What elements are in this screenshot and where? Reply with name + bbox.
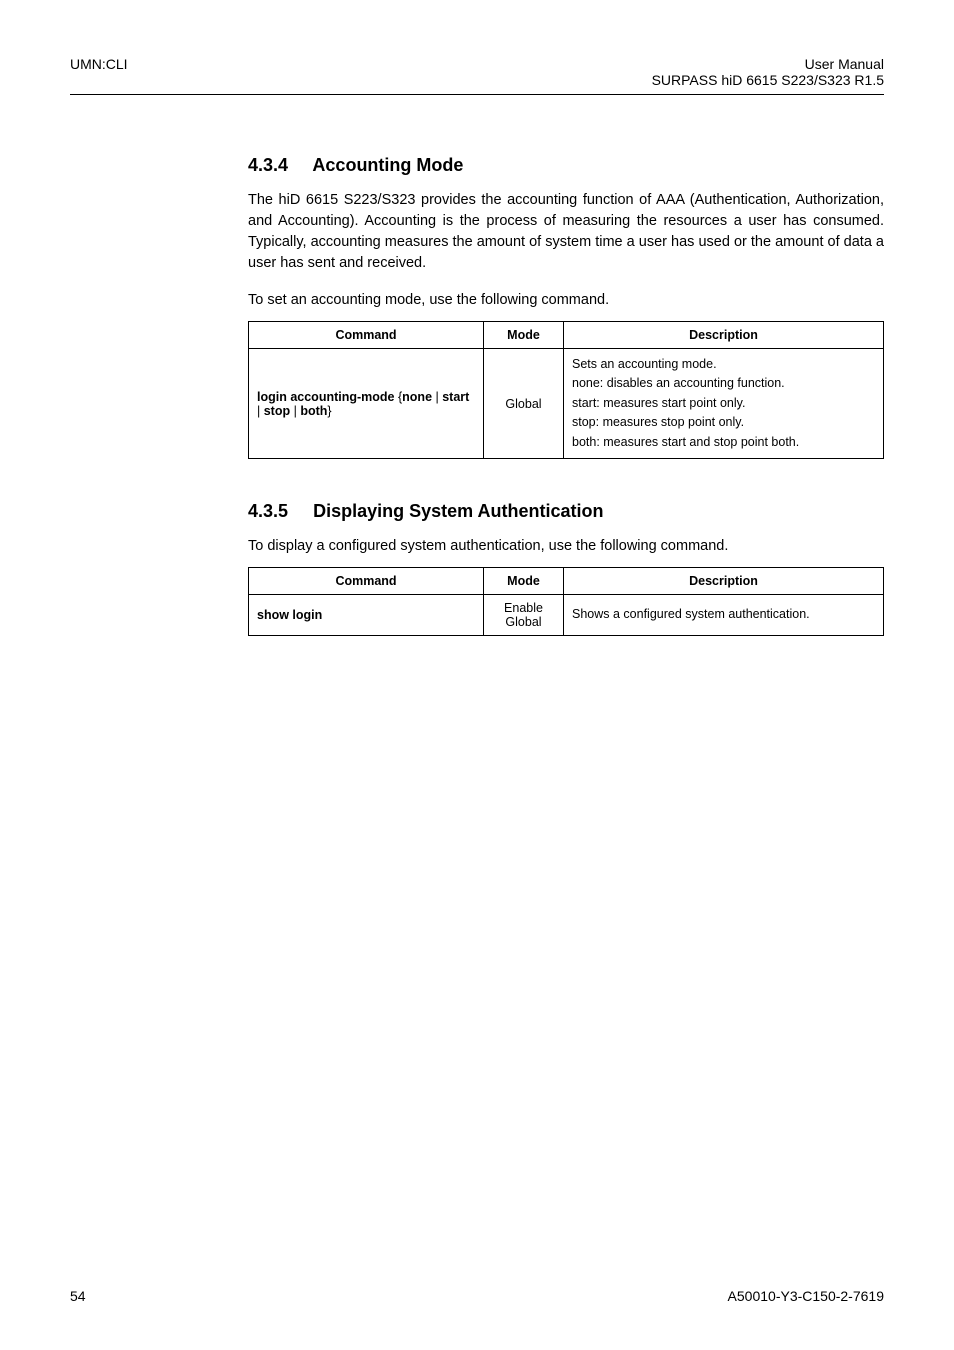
- table-row: login accounting-mode {none | start | st…: [249, 349, 884, 459]
- mode-line: Global: [492, 615, 555, 629]
- cmd-opt-start: start: [442, 390, 469, 404]
- cmd-prefix: login accounting-mode: [257, 390, 398, 404]
- header-rule: [70, 94, 884, 95]
- cmd-opt-both: both: [300, 404, 327, 418]
- mode-line: Enable: [492, 601, 555, 615]
- accounting-paragraph-2: To set an accounting mode, use the follo…: [248, 290, 884, 311]
- command-cell: login accounting-mode {none | start | st…: [249, 349, 484, 459]
- col-command: Command: [249, 567, 484, 594]
- page-number: 54: [70, 1288, 86, 1304]
- display-paragraph: To display a configured system authentic…: [248, 536, 884, 557]
- doc-id: A50010-Y3-C150-2-7619: [728, 1288, 884, 1304]
- cmd-opt-none: none: [402, 390, 432, 404]
- desc-line: Sets an accounting mode.: [572, 355, 875, 374]
- cmd-pipe: |: [432, 390, 442, 404]
- section-heading-accounting: 4.3.4 Accounting Mode: [248, 155, 884, 176]
- table-row: show login Enable Global Shows a configu…: [249, 594, 884, 635]
- page-footer: 54 A50010-Y3-C150-2-7619: [70, 1288, 884, 1304]
- mode-cell: Enable Global: [484, 594, 564, 635]
- page-header: UMN:CLI User Manual SURPASS hiD 6615 S22…: [70, 56, 884, 88]
- section-heading-display: 4.3.5 Displaying System Authentication: [248, 501, 884, 522]
- cmd-pipe: |: [257, 404, 264, 418]
- table-header-row: Command Mode Description: [249, 322, 884, 349]
- header-right-line2: SURPASS hiD 6615 S223/S323 R1.5: [652, 72, 884, 88]
- section-title-text: Accounting Mode: [312, 155, 463, 175]
- desc-line: none: disables an accounting function.: [572, 374, 875, 393]
- desc-line: both: measures start and stop point both…: [572, 433, 875, 452]
- command-cell: show login: [249, 594, 484, 635]
- accounting-paragraph-1: The hiD 6615 S223/S323 provides the acco…: [248, 190, 884, 274]
- cmd-brace: }: [327, 404, 331, 418]
- header-right-line1: User Manual: [652, 56, 884, 72]
- description-cell: Sets an accounting mode. none: disables …: [564, 349, 884, 459]
- cmd-opt-stop: stop: [264, 404, 290, 418]
- description-cell: Shows a configured system authentication…: [564, 594, 884, 635]
- desc-line: start: measures start point only.: [572, 394, 875, 413]
- header-right: User Manual SURPASS hiD 6615 S223/S323 R…: [652, 56, 884, 88]
- section-title-text: Displaying System Authentication: [313, 501, 603, 521]
- cmd-pipe: |: [290, 404, 300, 418]
- col-mode: Mode: [484, 567, 564, 594]
- mode-cell: Global: [484, 349, 564, 459]
- table-header-row: Command Mode Description: [249, 567, 884, 594]
- display-command-table: Command Mode Description show login Enab…: [248, 567, 884, 636]
- desc-line: stop: measures stop point only.: [572, 413, 875, 432]
- col-description: Description: [564, 567, 884, 594]
- col-mode: Mode: [484, 322, 564, 349]
- header-left: UMN:CLI: [70, 56, 128, 88]
- accounting-command-table: Command Mode Description login accountin…: [248, 321, 884, 459]
- col-description: Description: [564, 322, 884, 349]
- section-number: 4.3.4: [248, 155, 288, 175]
- section-number: 4.3.5: [248, 501, 288, 521]
- col-command: Command: [249, 322, 484, 349]
